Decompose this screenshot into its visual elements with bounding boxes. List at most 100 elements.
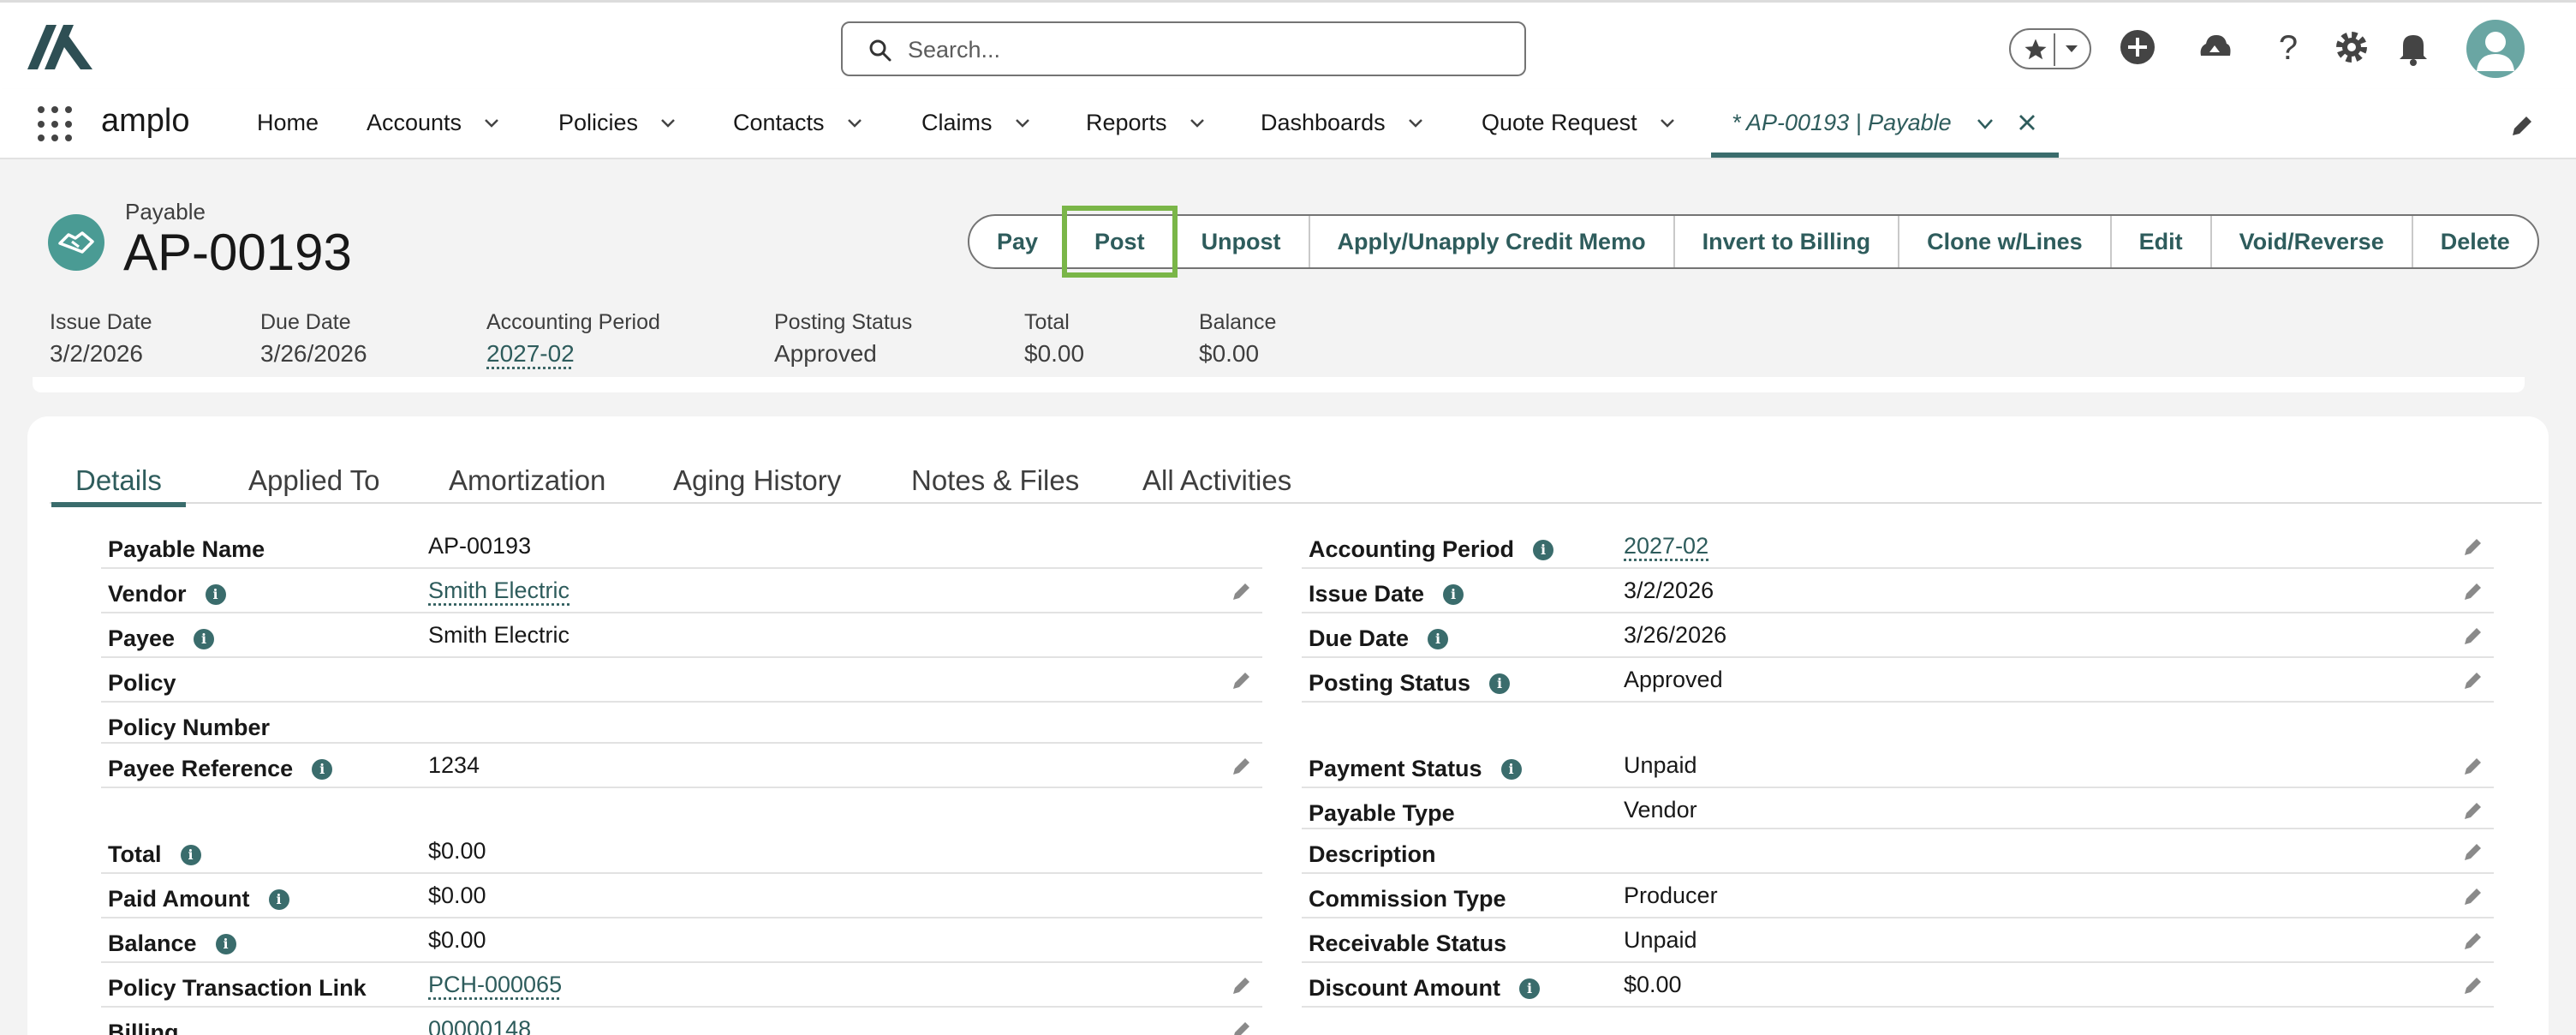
nav-item-home[interactable]: Home <box>257 110 319 136</box>
pencil-icon[interactable] <box>1230 754 1254 778</box>
highlights-bottom-edge <box>33 377 2525 392</box>
edit-button[interactable]: Edit <box>2112 216 2212 267</box>
field-payable-type: Payable Type Vendor <box>1302 788 2494 829</box>
pencil-icon[interactable] <box>1230 1018 1254 1035</box>
nav-item-contacts[interactable]: Contacts <box>733 110 862 136</box>
tab-notes-files[interactable]: Notes & Files <box>911 464 1079 504</box>
field-total: Total i $0.00 <box>101 829 1262 874</box>
void-reverse-button[interactable]: Void/Reverse <box>2212 216 2413 267</box>
field-accounting-period: Accounting Period i 2027-02 <box>1302 524 2494 569</box>
nav-item-reports[interactable]: Reports <box>1086 110 1205 136</box>
field-payee-reference: Payee Reference i 1234 <box>101 744 1262 788</box>
pencil-icon[interactable] <box>2461 840 2485 864</box>
tab-all-activities[interactable]: All Activities <box>1142 464 1291 504</box>
gear-icon[interactable] <box>2331 27 2372 68</box>
chevron-down-icon[interactable] <box>2064 44 2079 54</box>
info-icon[interactable]: i <box>1533 539 1554 560</box>
policy-transaction-link[interactable]: PCH-000065 <box>428 972 562 998</box>
user-avatar[interactable] <box>2466 20 2525 78</box>
info-icon[interactable]: i <box>205 583 226 605</box>
chevron-down-icon[interactable] <box>1190 118 1205 129</box>
star-icon <box>2024 39 2047 60</box>
info-icon[interactable]: i <box>312 758 333 780</box>
unpost-button[interactable]: Unpost <box>1174 216 1310 267</box>
info-icon[interactable]: i <box>1518 978 1540 999</box>
accounting-period-field-link[interactable]: 2027-02 <box>1624 533 1708 559</box>
chevron-down-icon[interactable] <box>1660 118 1675 129</box>
field-posting-status: Posting Status i Approved <box>1302 658 2494 703</box>
search-placeholder: Search... <box>908 37 1001 63</box>
chevron-down-icon[interactable] <box>484 118 499 129</box>
info-icon[interactable]: i <box>1489 673 1511 694</box>
accounting-period-link[interactable]: 2027-02 <box>486 340 660 368</box>
clone-with-lines-button[interactable]: Clone w/Lines <box>1899 216 2112 267</box>
field-due-date: Due Date i 3/26/2026 <box>1302 613 2494 658</box>
tab-ap-00193[interactable]: * AP-00193 | Payable <box>1711 89 2059 158</box>
nav-item-policies[interactable]: Policies <box>558 110 676 136</box>
pencil-icon[interactable] <box>2461 973 2485 997</box>
favorites-button[interactable] <box>2009 28 2091 69</box>
chevron-down-icon[interactable] <box>1977 118 1994 130</box>
pencil-icon[interactable] <box>2461 579 2485 603</box>
tab-applied-to[interactable]: Applied To <box>248 464 380 504</box>
amplo-logo-icon[interactable] <box>27 21 96 73</box>
billing-link[interactable]: 00000148 <box>428 1016 531 1035</box>
invert-to-billing-button[interactable]: Invert to Billing <box>1675 216 1900 267</box>
info-icon[interactable]: i <box>194 628 215 649</box>
record-highlights-panel <box>33 180 2525 391</box>
edit-nav-pencil-icon[interactable] <box>2509 113 2535 139</box>
field-policy-transaction-link: Policy Transaction Link PCH-000065 <box>101 963 1262 1008</box>
pencil-icon[interactable] <box>2461 668 2485 692</box>
plus-icon[interactable] <box>2117 27 2158 68</box>
info-icon[interactable]: i <box>1500 758 1522 780</box>
pencil-icon[interactable] <box>2461 799 2485 823</box>
tab-details[interactable]: Details <box>51 464 186 507</box>
post-button[interactable]: Post <box>1062 206 1178 278</box>
cloud-icon[interactable] <box>2194 27 2235 68</box>
nav-item-claims[interactable]: Claims <box>921 110 1030 136</box>
chevron-down-icon[interactable] <box>1015 118 1030 129</box>
nav-item-quote-request[interactable]: Quote Request <box>1482 110 1675 136</box>
chevron-down-icon[interactable] <box>1408 118 1423 129</box>
pencil-icon[interactable] <box>2461 884 2485 908</box>
info-icon[interactable]: i <box>215 933 236 954</box>
chevron-down-icon[interactable] <box>660 118 676 129</box>
bell-icon[interactable] <box>2393 27 2434 68</box>
global-search-input[interactable]: Search... <box>841 21 1526 76</box>
tab-amortization[interactable]: Amortization <box>449 464 605 504</box>
info-icon[interactable]: i <box>1428 628 1449 649</box>
delete-button[interactable]: Delete <box>2413 216 2537 267</box>
tab-aging-history[interactable]: Aging History <box>673 464 841 504</box>
field-balance: Balance i $0.00 <box>101 918 1262 963</box>
search-icon <box>869 39 891 62</box>
close-icon[interactable] <box>2018 113 2036 132</box>
info-icon[interactable]: i <box>180 844 201 865</box>
app-name: amplo <box>101 103 190 139</box>
nav-item-dashboards[interactable]: Dashboards <box>1261 110 1423 136</box>
object-type-label: Payable <box>125 199 206 224</box>
chevron-down-icon[interactable] <box>847 118 862 129</box>
apply-unapply-credit-memo-button[interactable]: Apply/Unapply Credit Memo <box>1310 216 1675 267</box>
app-launcher-icon[interactable] <box>36 105 75 144</box>
highlight-accounting-period: Accounting Period 2027-02 <box>486 310 660 368</box>
pencil-icon[interactable] <box>1230 668 1254 692</box>
field-policy: Policy <box>101 658 1262 703</box>
record-tabs: Details Applied To Amortization Aging Hi… <box>50 464 2542 507</box>
field-receivable-status: Receivable Status Unpaid <box>1302 918 2494 963</box>
field-issue-date: Issue Date i 3/2/2026 <box>1302 569 2494 613</box>
pencil-icon[interactable] <box>2461 535 2485 559</box>
pay-button[interactable]: Pay <box>969 216 1068 267</box>
pencil-icon[interactable] <box>2461 929 2485 953</box>
app-navigation-bar: amplo Home Accounts Policies Contacts Cl… <box>0 89 2576 159</box>
info-icon[interactable]: i <box>1443 583 1464 605</box>
pencil-icon[interactable] <box>1230 973 1254 997</box>
nav-item-accounts[interactable]: Accounts <box>367 110 499 136</box>
record-action-buttons: Pay Post Unpost Apply/Unapply Credit Mem… <box>968 206 2539 278</box>
info-icon[interactable]: i <box>268 888 289 910</box>
help-icon[interactable]: ? <box>2268 27 2309 68</box>
vendor-link[interactable]: Smith Electric <box>428 577 569 604</box>
handshake-icon <box>58 231 94 254</box>
pencil-icon[interactable] <box>2461 624 2485 648</box>
pencil-icon[interactable] <box>1230 579 1254 603</box>
pencil-icon[interactable] <box>2461 754 2485 778</box>
